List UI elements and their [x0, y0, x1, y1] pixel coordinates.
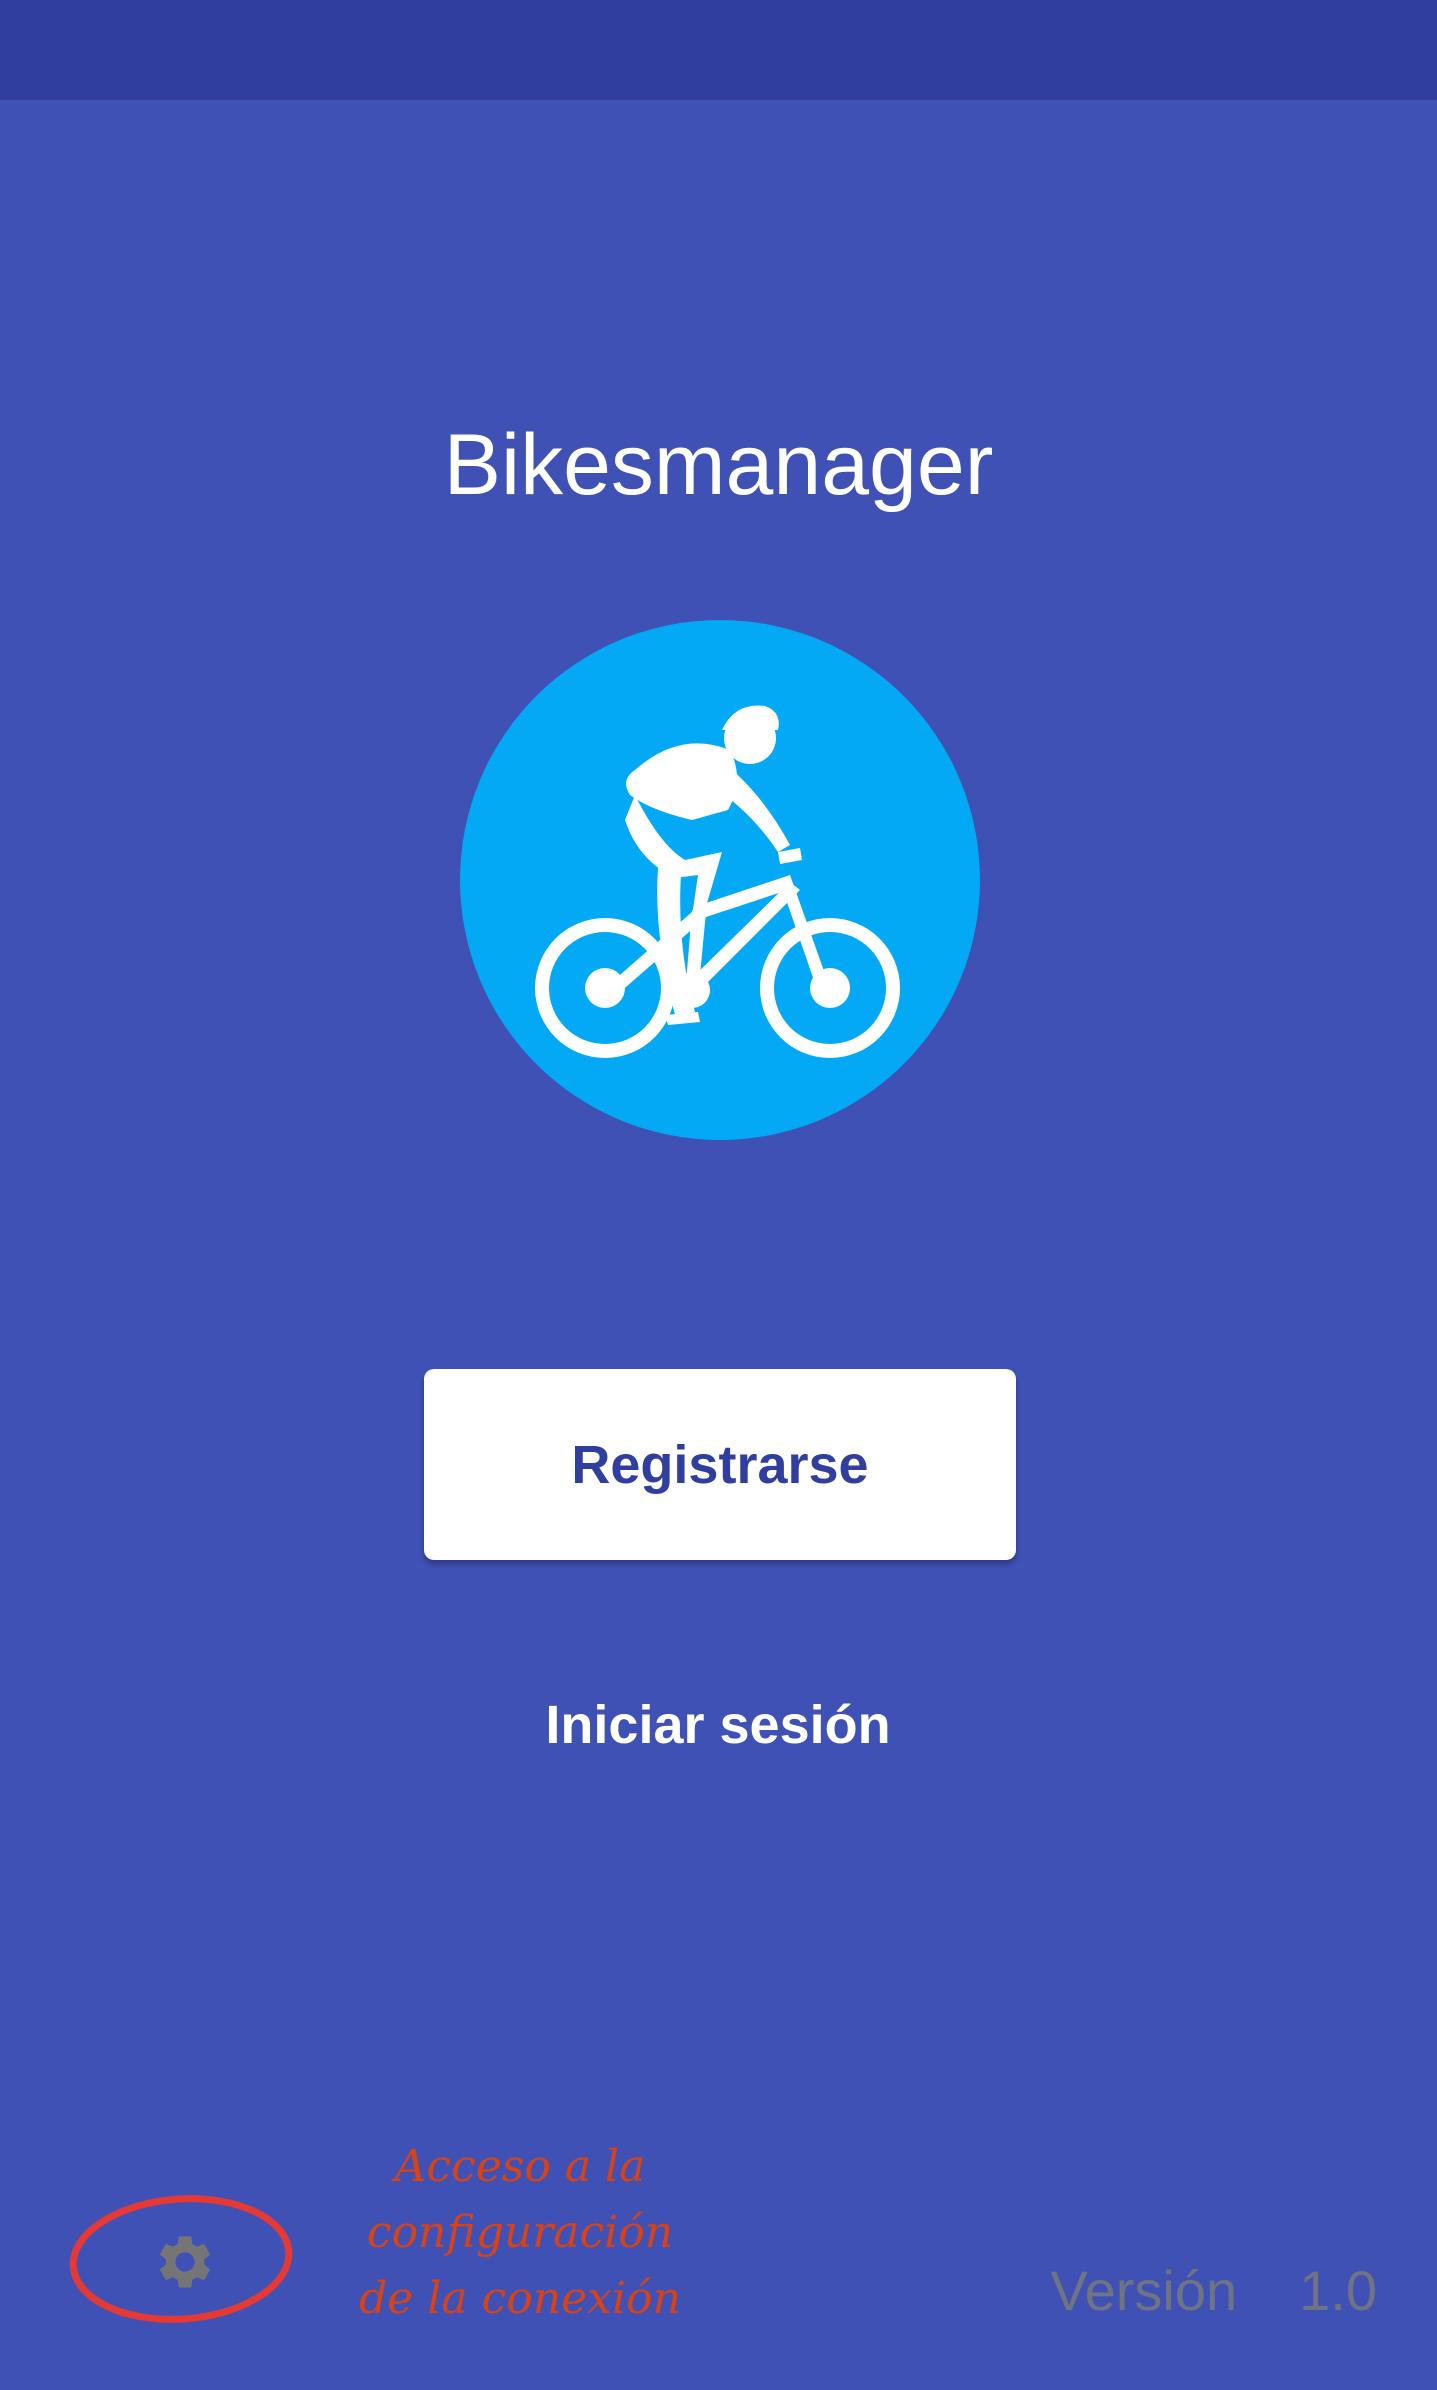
register-button[interactable]: Registrarse	[424, 1369, 1016, 1560]
annotation-line: de la conexión	[359, 2273, 681, 2324]
status-bar	[0, 0, 1437, 100]
settings-button[interactable]	[145, 2222, 225, 2302]
settings-annotation: Acceso a la configuración de la conexión	[320, 2134, 720, 2332]
login-link[interactable]: Iniciar sesión	[368, 1680, 1068, 1770]
app-title: Bikesmanager	[443, 417, 994, 513]
annotation-line: configuración	[366, 2207, 674, 2258]
version-info: Versión 1.0	[1050, 2250, 1377, 2330]
version-number: 1.0	[1299, 2258, 1377, 2322]
app-logo	[460, 620, 980, 1140]
annotation-line: Acceso a la	[394, 2141, 646, 2192]
gear-icon	[160, 2236, 210, 2288]
cyclist-icon	[535, 705, 900, 1058]
version-label: Versión	[1050, 2258, 1238, 2322]
login-screen: Bikesmanager Registrarse Iniciar sesión …	[0, 0, 1437, 2390]
